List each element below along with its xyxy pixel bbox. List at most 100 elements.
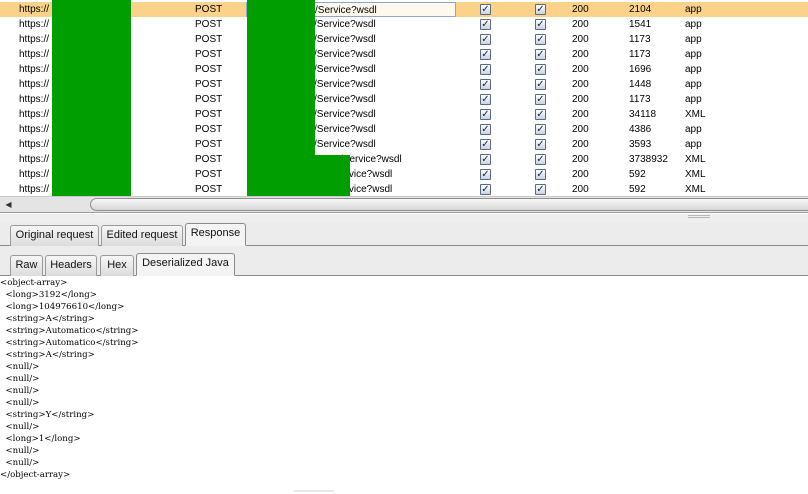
http-history-table: https://POST/Service?wsdl 200 2104 app ✓ ✓ htt… bbox=[0, 0, 808, 196]
checkbox-icon[interactable]: ✓ bbox=[535, 124, 546, 135]
method-cell: POST bbox=[195, 154, 223, 165]
status-cell: 200 bbox=[572, 124, 589, 135]
status-cell: 200 bbox=[572, 184, 589, 195]
checkbox-icon[interactable]: ✓ bbox=[535, 94, 546, 105]
status-cell: 200 bbox=[572, 19, 589, 30]
length-cell: 1173 bbox=[629, 94, 651, 105]
status-cell: 200 bbox=[572, 139, 589, 150]
response-line: <string>Automatico</string> bbox=[0, 326, 139, 336]
checkbox-icon[interactable]: ✓ bbox=[480, 169, 491, 180]
response-line: <null/> bbox=[0, 362, 40, 372]
tab-raw[interactable]: Raw bbox=[10, 255, 43, 276]
method-cell: POST bbox=[195, 124, 223, 135]
mime-cell: app bbox=[685, 49, 702, 60]
length-cell: 1173 bbox=[629, 49, 651, 60]
redaction-block bbox=[247, 155, 350, 196]
splitter-grip-icon[interactable] bbox=[688, 215, 710, 218]
checkbox-icon[interactable]: ✓ bbox=[480, 49, 491, 60]
mime-cell: app bbox=[685, 64, 702, 75]
status-cell: 200 bbox=[572, 34, 589, 45]
checkbox-icon[interactable]: ✓ bbox=[480, 4, 491, 15]
scrollbar-thumb[interactable] bbox=[90, 198, 808, 211]
request-tabs: Original request Edited request Response bbox=[0, 222, 808, 246]
checkbox-icon[interactable]: ✓ bbox=[535, 79, 546, 90]
checkbox-icon[interactable]: ✓ bbox=[480, 79, 491, 90]
status-cell: 200 bbox=[572, 49, 589, 60]
checkbox-icon[interactable]: ✓ bbox=[480, 154, 491, 165]
checkbox-icon[interactable]: ✓ bbox=[480, 34, 491, 45]
checkbox-icon[interactable]: ✓ bbox=[535, 169, 546, 180]
method-cell: POST bbox=[195, 94, 223, 105]
length-cell: 3593 bbox=[629, 139, 652, 150]
response-line: <string>A</string> bbox=[0, 314, 95, 324]
mime-cell: XML bbox=[685, 169, 706, 180]
status-cell: 200 bbox=[572, 94, 589, 105]
response-line: <long>1</long> bbox=[0, 434, 81, 444]
mime-cell: XML bbox=[685, 184, 706, 195]
length-cell: 592 bbox=[629, 184, 646, 195]
length-cell: 4386 bbox=[629, 124, 652, 135]
checkbox-icon[interactable]: ✓ bbox=[535, 184, 546, 195]
response-lines: <object-array> <long>3192</long> <long>1… bbox=[0, 277, 808, 481]
bottom-divider bbox=[294, 490, 334, 492]
method-cell: POST bbox=[195, 79, 223, 90]
status-cell: 200 bbox=[572, 64, 589, 75]
length-cell: 2104 bbox=[629, 4, 652, 15]
checkbox-icon[interactable]: ✓ bbox=[535, 139, 546, 150]
checkbox-icon[interactable]: ✓ bbox=[535, 19, 546, 30]
length-cell: 34118 bbox=[629, 109, 657, 120]
checkbox-icon[interactable]: ✓ bbox=[535, 34, 546, 45]
response-line: <null/> bbox=[0, 458, 40, 468]
length-cell: 3738932 bbox=[629, 154, 668, 165]
method-cell: POST bbox=[195, 64, 223, 75]
scroll-left-arrow-icon[interactable]: ◀ bbox=[0, 197, 17, 212]
mime-cell: app bbox=[685, 94, 702, 105]
response-line: <null/> bbox=[0, 446, 40, 456]
length-cell: 592 bbox=[629, 169, 646, 180]
tab-response[interactable]: Response bbox=[185, 223, 246, 246]
mime-cell: app bbox=[685, 139, 702, 150]
checkbox-icon[interactable]: ✓ bbox=[535, 4, 546, 15]
length-cell: 1173 bbox=[629, 34, 651, 45]
checkbox-icon[interactable]: ✓ bbox=[480, 124, 491, 135]
response-line: <long>3192</long> bbox=[0, 290, 97, 300]
method-cell: POST bbox=[195, 4, 223, 15]
checkbox-icon[interactable]: ✓ bbox=[480, 94, 491, 105]
method-cell: POST bbox=[195, 109, 223, 120]
mime-cell: app bbox=[685, 79, 702, 90]
mime-cell: XML bbox=[685, 109, 706, 120]
response-line: <null/> bbox=[0, 386, 40, 396]
status-cell: 200 bbox=[572, 79, 589, 90]
checkbox-icon[interactable]: ✓ bbox=[535, 109, 546, 120]
tab-original-request[interactable]: Original request bbox=[10, 225, 99, 246]
tab-deserialized-java[interactable]: Deserialized Java bbox=[136, 253, 235, 276]
checkbox-icon[interactable]: ✓ bbox=[535, 154, 546, 165]
method-cell: POST bbox=[195, 184, 223, 195]
checkbox-icon[interactable]: ✓ bbox=[535, 49, 546, 60]
mime-cell: app bbox=[685, 19, 702, 30]
method-cell: POST bbox=[195, 19, 223, 30]
checkbox-icon[interactable]: ✓ bbox=[535, 64, 546, 75]
checkbox-icon[interactable]: ✓ bbox=[480, 184, 491, 195]
checkbox-icon[interactable]: ✓ bbox=[480, 109, 491, 120]
tab-hex[interactable]: Hex bbox=[100, 255, 134, 276]
length-cell: 1448 bbox=[629, 79, 652, 90]
checkbox-icon[interactable]: ✓ bbox=[480, 64, 491, 75]
tab-edited-request[interactable]: Edited request bbox=[101, 225, 183, 246]
horizontal-scrollbar[interactable]: ◀ bbox=[0, 196, 808, 213]
pane-splitter[interactable] bbox=[0, 214, 808, 222]
method-cell: POST bbox=[195, 139, 223, 150]
response-line: <long>104976610</long> bbox=[0, 302, 125, 312]
checkbox-icon[interactable]: ✓ bbox=[480, 139, 491, 150]
response-line: <string>Automatico</string> bbox=[0, 338, 139, 348]
view-tabs: Raw Headers Hex Deserialized Java bbox=[0, 251, 808, 276]
response-body[interactable]: <object-array> <long>3192</long> <long>1… bbox=[0, 277, 808, 494]
length-cell: 1541 bbox=[629, 19, 652, 30]
tab-headers[interactable]: Headers bbox=[45, 255, 97, 276]
mime-cell: app bbox=[685, 124, 702, 135]
mime-cell: app bbox=[685, 34, 702, 45]
status-cell: 200 bbox=[572, 154, 589, 165]
method-cell: POST bbox=[195, 169, 223, 180]
method-cell: POST bbox=[195, 49, 223, 60]
checkbox-icon[interactable]: ✓ bbox=[480, 19, 491, 30]
